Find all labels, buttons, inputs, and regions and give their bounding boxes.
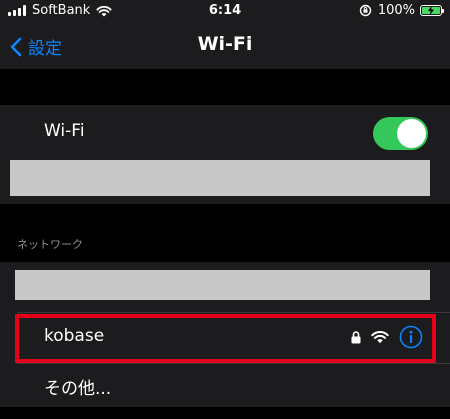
status-right: 100%	[359, 3, 444, 18]
toggle-knob	[397, 119, 426, 148]
navigation-bar: 設定 Wi-Fi	[0, 22, 450, 69]
battery-icon	[420, 5, 444, 16]
status-bar: SoftBank 6:14 100%	[0, 0, 450, 22]
networks-section-header: ネットワーク	[17, 238, 83, 251]
other-network-row[interactable]: その他...	[0, 364, 450, 406]
network-name: kobase	[44, 326, 105, 346]
wifi-toggle-row: Wi-Fi	[0, 105, 450, 160]
redacted-connected-network	[10, 160, 430, 196]
charging-bolt-icon	[428, 6, 434, 15]
battery-percent: 100%	[377, 3, 415, 18]
info-icon[interactable]	[399, 325, 423, 349]
wifi-toggle-switch[interactable]	[373, 117, 428, 150]
orientation-lock-icon	[359, 4, 372, 17]
connected-network-row[interactable]	[0, 160, 450, 204]
lock-icon	[351, 330, 361, 343]
wifi-signal-icon	[371, 331, 389, 344]
wifi-toggle-label: Wi-Fi	[44, 121, 85, 141]
page-title: Wi-Fi	[197, 33, 253, 55]
network-row-icons	[351, 325, 423, 349]
other-network-label: その他...	[44, 379, 112, 399]
redacted-network-row[interactable]	[15, 270, 430, 300]
